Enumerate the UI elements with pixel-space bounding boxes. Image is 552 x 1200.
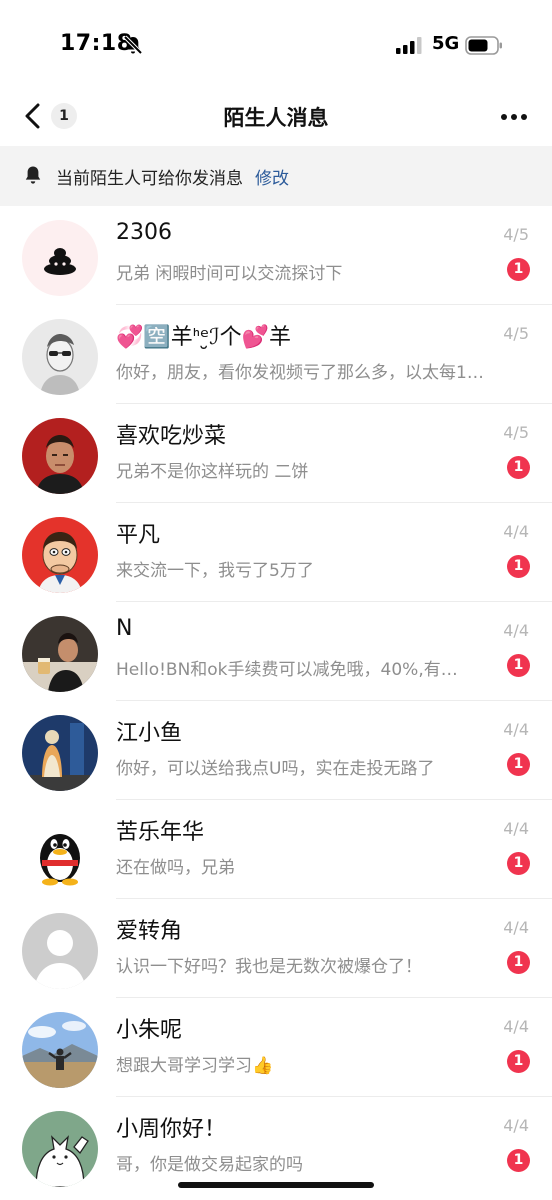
contact-name: N <box>116 616 133 641</box>
message-preview: 你好，可以送给我点U吗，实在走投无路了 <box>116 759 435 779</box>
cartoon-cat-icon <box>22 1111 98 1187</box>
sketch-man-avatar-icon <box>22 319 98 395</box>
contact-name: 平凡 <box>116 523 161 548</box>
message-row[interactable]: N 4/4 Hello!BN和ok手续费可以减免哦，40%,有… 1 <box>0 602 552 701</box>
modify-link[interactable]: 修改 <box>255 164 289 189</box>
contact-name: 小朱呢 <box>116 1018 183 1043</box>
message-preview: 兄弟不是你这样玩的 二饼 <box>116 462 309 482</box>
message-date: 4/4 <box>503 1116 529 1135</box>
message-preview: 想跟大哥学习学习👍 <box>116 1056 274 1076</box>
avatar <box>22 1012 98 1088</box>
message-date: 4/4 <box>503 522 529 541</box>
unread-badge: 1 <box>507 852 530 875</box>
man-toasting-avatar-icon <box>22 616 98 692</box>
poop-logo-icon <box>22 220 98 296</box>
penguin-icon <box>22 814 98 890</box>
message-preview: 你好，朋友，看你发视频亏了那么多，以太每1… <box>116 363 484 383</box>
avatar <box>22 616 98 692</box>
back-count-badge: 1 <box>51 103 77 129</box>
stranger-notice-banner: 当前陌生人可给你发消息 修改 <box>0 146 552 206</box>
message-preview: 认识一下好吗？我也是无数次被爆仓了！ <box>116 957 422 977</box>
home-indicator <box>178 1182 374 1188</box>
message-row[interactable]: 平凡 4/4 来交流一下，我亏了5万了 1 <box>0 503 552 602</box>
contact-name: 喜欢吃炒菜 <box>116 424 227 449</box>
default-user-icon <box>22 913 98 989</box>
contact-name: 小周你好！ <box>116 1117 227 1142</box>
contact-name: 2306 <box>116 220 172 245</box>
avatar <box>22 814 98 890</box>
message-date: 4/5 <box>503 225 529 244</box>
contact-name: 爱转角 <box>116 919 183 944</box>
avatar <box>22 517 98 593</box>
notice-text: 当前陌生人可给你发消息 <box>56 169 243 189</box>
navigation-bar: 1 陌生人消息 <box>0 90 552 144</box>
message-row[interactable]: 苦乐年华 4/4 还在做吗，兄弟 1 <box>0 800 552 899</box>
message-date: 4/4 <box>503 819 529 838</box>
contact-name: 苦乐年华 <box>116 820 205 845</box>
bell-icon <box>25 166 41 184</box>
signal-icon <box>396 37 422 54</box>
statue-avatar-icon <box>22 715 98 791</box>
avatar <box>22 913 98 989</box>
unread-badge: 1 <box>507 753 530 776</box>
contact-name: 江小鱼 <box>116 721 183 746</box>
message-date: 4/4 <box>503 918 529 937</box>
message-date: 4/4 <box>503 621 529 640</box>
status-bar: 17:18 5G <box>0 0 552 90</box>
cartoon-man-avatar-icon <box>22 517 98 593</box>
message-preview: 哥，你是做交易起家的吗 <box>116 1155 303 1175</box>
message-preview: 来交流一下，我亏了5万了 <box>116 561 314 581</box>
message-row[interactable]: 2306 4/5 兄弟 闲暇时间可以交流探讨下 1 <box>0 206 552 305</box>
message-date: 4/5 <box>503 423 529 442</box>
message-preview: 还在做吗，兄弟 <box>116 858 235 878</box>
network-type: 5G <box>432 33 460 54</box>
message-row[interactable]: 江小鱼 4/4 你好，可以送给我点U吗，实在走投无路了 1 <box>0 701 552 800</box>
message-date: 4/5 <box>503 324 529 343</box>
message-row[interactable]: 小朱呢 4/4 想跟大哥学习学习👍 1 <box>0 998 552 1097</box>
message-list: 2306 4/5 兄弟 闲暇时间可以交流探讨下 1 💞🈳羊ᑋᵉ̮ℐ个💕羊 4/5… <box>0 206 552 1196</box>
battery-icon <box>465 36 502 55</box>
message-row[interactable]: 💞🈳羊ᑋᵉ̮ℐ个💕羊 4/5 你好，朋友，看你发视频亏了那么多，以太每1… <box>0 305 552 404</box>
unread-badge: 1 <box>507 456 530 479</box>
unread-badge: 1 <box>507 258 530 281</box>
bell-mute-icon <box>123 35 143 55</box>
unread-badge: 1 <box>507 951 530 974</box>
message-date: 4/4 <box>503 1017 529 1036</box>
unread-badge: 1 <box>507 1050 530 1073</box>
page-title: 陌生人消息 <box>223 106 329 130</box>
back-chevron-icon[interactable] <box>18 100 48 132</box>
unread-badge: 1 <box>507 1149 530 1172</box>
message-row[interactable]: 喜欢吃炒菜 4/5 兄弟不是你这样玩的 二饼 1 <box>0 404 552 503</box>
unread-badge: 1 <box>507 555 530 578</box>
avatar <box>22 418 98 494</box>
landscape-person-icon <box>22 1012 98 1088</box>
avatar <box>22 1111 98 1187</box>
message-row[interactable]: 爱转角 4/4 认识一下好吗？我也是无数次被爆仓了！ 1 <box>0 899 552 998</box>
avatar <box>22 220 98 296</box>
man-photo-avatar-icon <box>22 418 98 494</box>
message-preview: 兄弟 闲暇时间可以交流探讨下 <box>116 264 343 284</box>
message-preview: Hello!BN和ok手续费可以减免哦，40%,有… <box>116 660 458 680</box>
avatar <box>22 715 98 791</box>
contact-name: 💞🈳羊ᑋᵉ̮ℐ个💕羊 <box>116 325 291 350</box>
message-date: 4/4 <box>503 720 529 739</box>
avatar <box>22 319 98 395</box>
unread-badge: 1 <box>507 654 530 677</box>
more-dots-icon[interactable] <box>494 106 534 128</box>
